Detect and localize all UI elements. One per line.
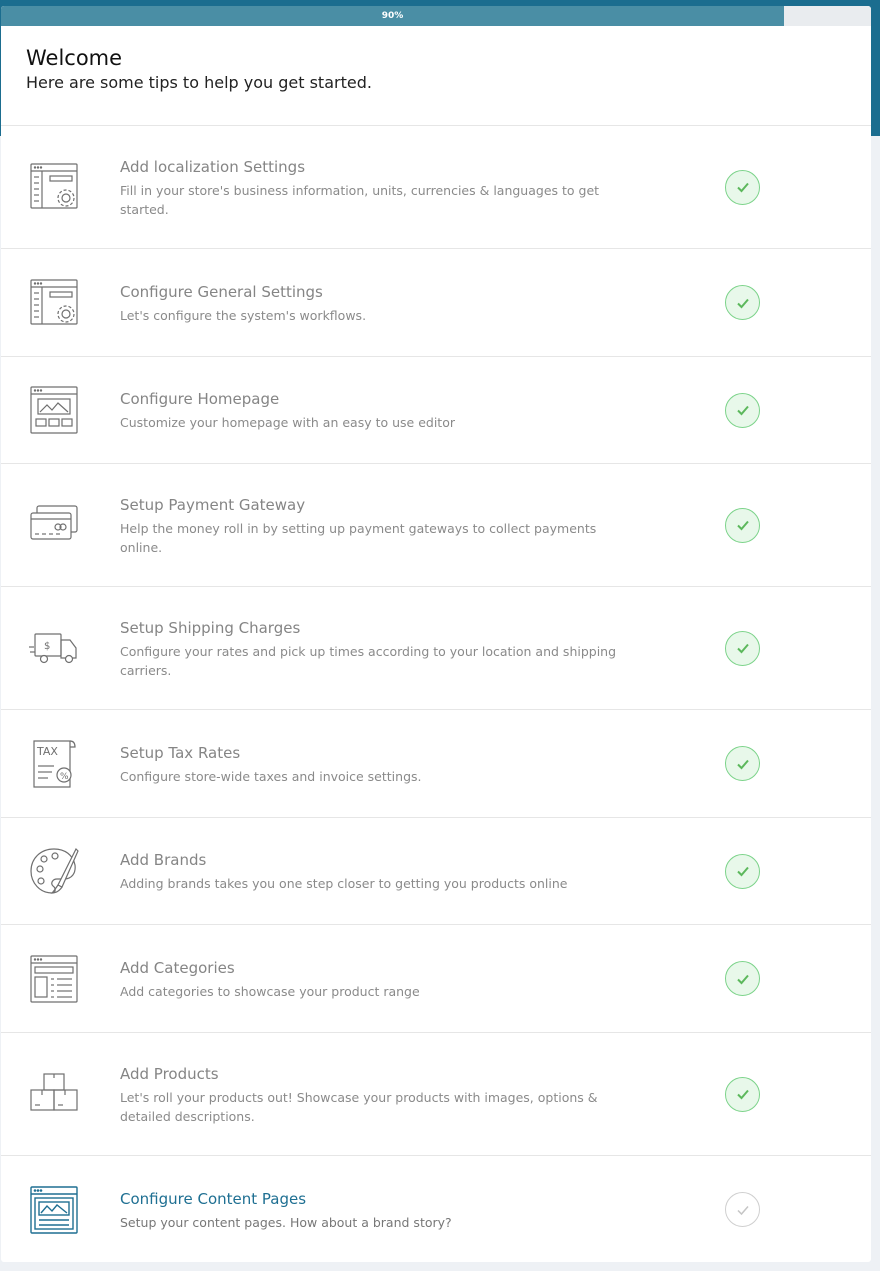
products-boxes-icon (27, 1067, 81, 1121)
step-general-settings[interactable]: Configure General Settings Let's configu… (1, 249, 871, 357)
step-description: Help the money roll in by setting up pay… (120, 520, 597, 555)
progress-fill: 90% (1, 6, 784, 26)
step-description: Setup your content pages. How about a br… (120, 1214, 452, 1230)
step-tax-rates[interactable]: TAX % Setup Tax Rates Configure store-wi… (1, 710, 871, 818)
content-pages-icon (27, 1183, 81, 1237)
check-icon (725, 746, 760, 781)
step-title: Add Products (120, 1064, 219, 1083)
check-icon (725, 507, 760, 543)
payment-card-icon (27, 498, 81, 552)
check-icon (725, 961, 760, 996)
step-brands[interactable]: Add Brands Adding brands takes you one s… (1, 818, 871, 925)
step-homepage[interactable]: Configure Homepage Customize your homepa… (1, 357, 871, 464)
step-payment-gateway[interactable]: Setup Payment Gateway Help the money rol… (1, 464, 871, 587)
welcome-header: Welcome Here are some tips to help you g… (1, 26, 871, 126)
step-categories[interactable]: Add Categories Add categories to showcas… (1, 925, 871, 1033)
step-description: Fill in your store's business informatio… (120, 182, 600, 217)
getting-started-panel: 90% Welcome Here are some tips to help y… (1, 6, 871, 1262)
svg-text:$: $ (44, 641, 50, 652)
check-icon (725, 169, 760, 205)
step-products[interactable]: Add Products Let's roll your products ou… (1, 1033, 871, 1156)
step-title: Configure Homepage (120, 390, 280, 408)
step-description: Configure your rates and pick up times a… (120, 643, 617, 678)
welcome-subtitle: Here are some tips to help you get start… (26, 73, 372, 92)
step-description: Configure store-wide taxes and invoice s… (120, 768, 422, 784)
shipping-truck-icon: $ (27, 621, 81, 675)
step-description: Customize your homepage with an easy to … (120, 415, 455, 430)
step-localization[interactable]: Add localization Settings Fill in your s… (1, 126, 871, 249)
svg-text:%: % (60, 772, 69, 782)
step-title: Add Brands (120, 851, 207, 869)
check-icon (725, 1192, 760, 1227)
general-settings-icon (27, 276, 81, 330)
step-title: Configure Content Pages (120, 1189, 307, 1208)
step-shipping-charges[interactable]: $ Setup Shipping Charges Configure your … (1, 587, 871, 710)
progress-label: 90% (381, 11, 404, 21)
palette-brush-icon (27, 844, 81, 898)
step-description: Adding brands takes you one step closer … (120, 876, 568, 891)
step-description: Add categories to showcase your product … (120, 983, 420, 999)
check-icon (725, 630, 760, 666)
check-icon (725, 853, 760, 889)
localization-settings-icon (27, 160, 81, 214)
steps-list: Add localization Settings Fill in your s… (1, 126, 871, 1263)
step-title: Add Categories (120, 958, 235, 977)
step-title: Setup Payment Gateway (120, 495, 306, 514)
welcome-title: Welcome (26, 46, 123, 70)
step-title: Add localization Settings (120, 157, 306, 176)
svg-text:TAX: TAX (36, 745, 58, 758)
step-description: Let's configure the system's workflows. (120, 307, 367, 323)
progress-bar: 90% (1, 6, 871, 26)
check-icon (725, 285, 760, 320)
check-icon (725, 392, 760, 428)
step-title: Setup Tax Rates (120, 743, 241, 762)
step-content-pages[interactable]: Configure Content Pages Setup your conte… (1, 1156, 871, 1263)
categories-icon (27, 952, 81, 1006)
step-title: Configure General Settings (120, 282, 323, 301)
step-title: Setup Shipping Charges (120, 618, 301, 637)
tax-document-icon: TAX % (27, 737, 81, 791)
check-icon (725, 1076, 760, 1112)
homepage-icon (27, 383, 81, 437)
step-description: Let's roll your products out! Showcase y… (120, 1089, 598, 1124)
